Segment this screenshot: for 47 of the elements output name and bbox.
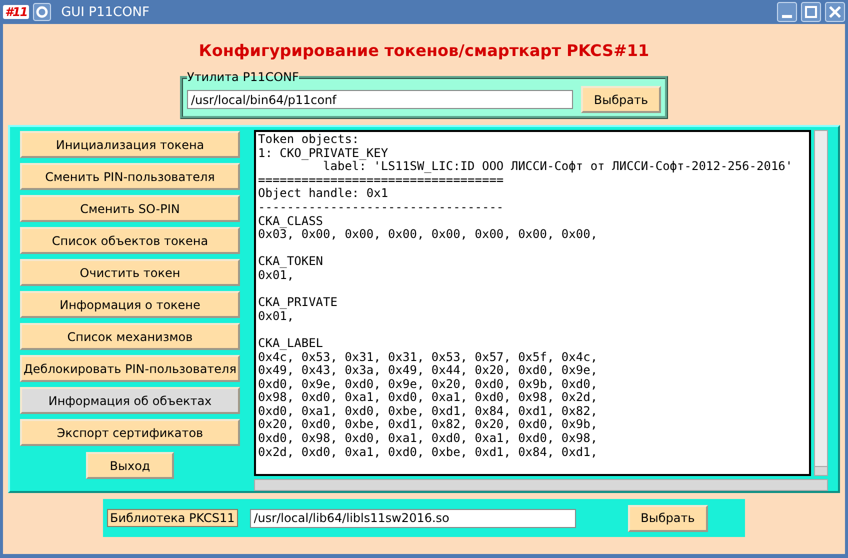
output-line: 0x01,	[258, 310, 294, 324]
action-button[interactable]: Информация о токене	[20, 291, 240, 318]
vertical-scrollbar[interactable]	[814, 130, 828, 476]
browse-button[interactable]: Выбрать	[581, 86, 661, 113]
output-line: Object handle: 0x1	[258, 187, 390, 201]
output-line: 0xd0, 0x98, 0xd0, 0xa1, 0xd0, 0xa1, 0xd0, 0x98,	[258, 432, 599, 446]
output-line: CKA_TOKEN	[258, 255, 324, 269]
output-line: 0x4c, 0x53, 0x31, 0x31, 0x53, 0x57, 0x5f, 0x4c,	[258, 350, 599, 364]
output-line: Token objects:	[258, 133, 360, 147]
browse-button[interactable]: Выбрать	[628, 504, 708, 532]
output-line: 1: CKO_PRIVATE_KEY	[258, 146, 390, 160]
action-button[interactable]: Деблокировать PIN-пользователя	[20, 355, 240, 382]
output-line: 0x03, 0x00, 0x00, 0x00, 0x00, 0x00, 0x00, 0x00,	[258, 228, 599, 242]
path-field[interactable]: /usr/local/bin64/p11conf	[187, 90, 573, 109]
output-line: 0x01,	[258, 268, 294, 283]
output-line: 0xd0, 0x9e, 0xd0, 0x9e, 0x20, 0xd0, 0x9b, 0xd0,	[258, 378, 599, 392]
library-label: Библиотека PKCS11	[107, 509, 238, 527]
horizontal-scrollbar[interactable]	[254, 478, 828, 491]
output-line: ==================================	[258, 174, 505, 188]
library-path-field[interactable]: /usr/local/lib64/libls11sw2016.so	[250, 508, 576, 528]
page-heading: Конфигурирование токенов/смарткарт PKCS#11	[198, 41, 650, 60]
app-logo: #11	[3, 5, 30, 19]
action-button[interactable]: Список объектов токена	[20, 227, 240, 254]
action-button[interactable]: Информация об объектах	[20, 387, 240, 414]
exit-button[interactable]: Выход	[86, 452, 174, 479]
window-menu-icon[interactable]	[33, 3, 52, 21]
output-line: 0x2d, 0xd0, 0xa1, 0xd0, 0xbe, 0xd1, 0x84, 0xd1,	[258, 446, 599, 460]
output-line: 0x49, 0x43, 0x3a, 0x49, 0x44, 0x20, 0xd0, 0x9e,	[258, 364, 599, 378]
action-button[interactable]: Список механизмов	[20, 323, 240, 350]
frame-legend: Утилита P11CONF	[187, 70, 299, 84]
output-line: 0x20, 0xd0, 0xbe, 0xd1, 0x82, 0x20, 0xd0, 0x9b,	[258, 418, 599, 432]
minimize-icon[interactable]	[777, 2, 797, 22]
action-button[interactable]: Сменить SO-PIN	[20, 195, 240, 222]
output-line: CKA_PRIVATE	[258, 296, 338, 310]
action-button[interactable]: Очистить токен	[20, 259, 240, 286]
output-line: ----------------------------------	[258, 200, 505, 215]
output-line: label: 'LS11SW_LIC:ID ООО ЛИССИ-Софт от ЛИССИ-Софт-2012-256-2016'	[323, 160, 794, 174]
output-line: 0x98, 0xd0, 0xa1, 0xd0, 0xa1, 0xd0, 0x98, 0x2d,	[258, 391, 599, 405]
action-button[interactable]: Экспорт сертификатов	[20, 419, 240, 446]
window-title: GUI P11CONF	[61, 4, 150, 20]
output-line: CKA_LABEL	[258, 336, 324, 350]
action-button[interactable]: Инициализация токена	[20, 131, 240, 158]
output-line: 0xd0, 0xa1, 0xd0, 0xbe, 0xd1, 0x84, 0xd1, 0x82,	[258, 404, 599, 418]
output-line: CKA_CLASS	[258, 214, 324, 228]
close-icon[interactable]	[825, 2, 845, 22]
action-button[interactable]: Сменить PIN-пользователя	[20, 163, 240, 190]
maximize-icon[interactable]	[801, 2, 821, 22]
